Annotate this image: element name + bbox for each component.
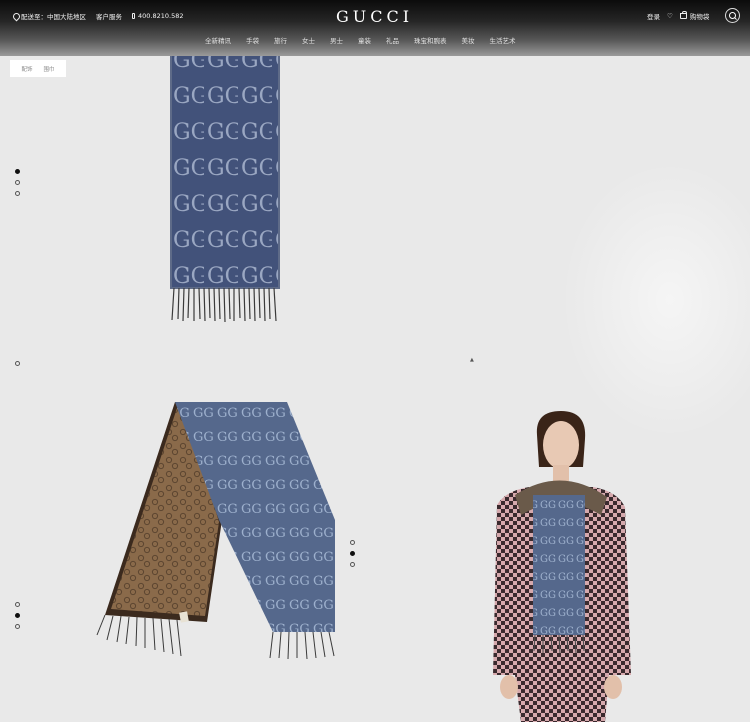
shopping-bag-icon: [679, 11, 687, 19]
heart-icon[interactable]: ♡: [667, 13, 673, 20]
product-image-model[interactable]: GG: [485, 405, 635, 722]
cart-label: 购物袋: [689, 13, 710, 21]
product-image-hanging-scarf[interactable]: GG: [170, 40, 282, 323]
nav-item-lifestyle[interactable]: 生活艺术: [490, 35, 516, 45]
site-header: 配送至：中国大陆地区 客户服务 400.8210.582 GUCCI 登录 ♡ …: [0, 0, 750, 56]
breadcrumb: 配饰 围巾: [10, 60, 66, 77]
background-glare: [560, 160, 750, 440]
nav-item-children[interactable]: 童装: [358, 35, 371, 45]
carousel-dot[interactable]: [15, 169, 20, 174]
nav-item-travel[interactable]: 旅行: [274, 35, 287, 45]
location-pin-icon: [13, 13, 18, 20]
phone-link[interactable]: 400.8210.582: [132, 12, 184, 20]
cart-link[interactable]: 购物袋: [679, 11, 710, 21]
carousel-dot[interactable]: [350, 540, 355, 545]
mouse-cursor: ▲: [470, 357, 474, 363]
carousel-dot[interactable]: [15, 191, 20, 196]
top-right-links: 登录 ♡ 购物袋: [647, 11, 709, 21]
product-image-reversible-scarf[interactable]: GG: [95, 400, 340, 662]
phone-number: 400.8210.582: [138, 12, 184, 20]
nav-item-handbags[interactable]: 手袋: [246, 35, 259, 45]
location-link[interactable]: 配送至：中国大陆地区: [13, 11, 86, 21]
search-icon[interactable]: [725, 8, 740, 23]
nav-item-gifts[interactable]: 礼品: [386, 35, 399, 45]
breadcrumb-scarves[interactable]: 围巾: [44, 65, 55, 73]
carousel-dot[interactable]: [15, 180, 20, 185]
carousel-dot[interactable]: [15, 361, 20, 366]
nav-item-new[interactable]: 全新精讯: [205, 35, 231, 45]
nav-item-jewelry-watches[interactable]: 珠宝和腕表: [414, 35, 447, 45]
top-left-links: 配送至：中国大陆地区 客户服务 400.8210.582: [13, 11, 184, 21]
carousel-dot[interactable]: [350, 562, 355, 567]
carousel-dot[interactable]: [15, 624, 20, 629]
main-nav: 全新精讯 手袋 旅行 女士 男士 童装 礼品 珠宝和腕表 美妆 生活艺术: [205, 35, 516, 45]
phone-icon: [132, 13, 135, 19]
breadcrumb-accessories[interactable]: 配饰: [21, 65, 32, 73]
carousel-dot[interactable]: [350, 551, 355, 556]
nav-item-beauty[interactable]: 美妆: [462, 35, 475, 45]
nav-item-women[interactable]: 女士: [302, 35, 315, 45]
login-link[interactable]: 登录: [647, 11, 660, 21]
customer-service-link[interactable]: 客户服务: [96, 11, 122, 21]
brand-logo[interactable]: GUCCI: [336, 7, 413, 26]
location-label: 配送至：中国大陆地区: [21, 13, 86, 21]
carousel-dot[interactable]: [15, 602, 20, 607]
nav-item-men[interactable]: 男士: [330, 35, 343, 45]
carousel-dot[interactable]: [15, 613, 20, 618]
